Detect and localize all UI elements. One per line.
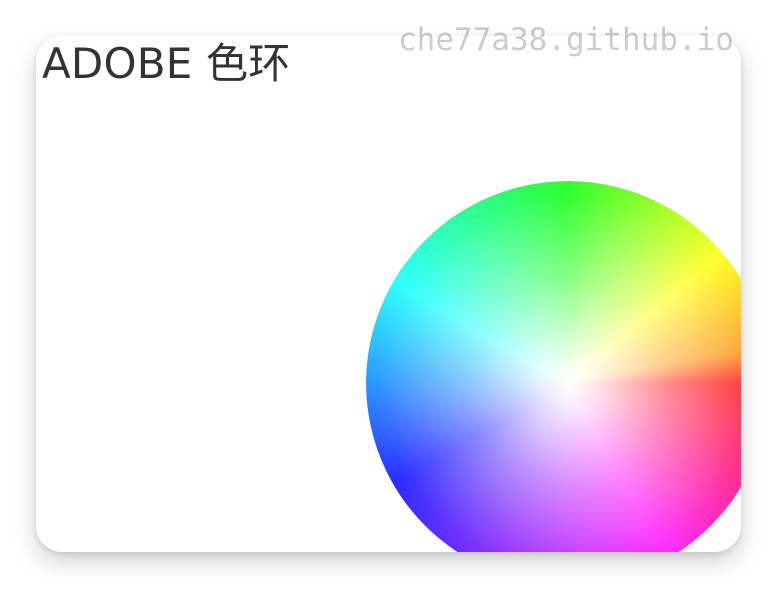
color-wheel-icon: [366, 181, 741, 552]
page: ADOBE 色环 che77a38.github.io: [0, 0, 778, 590]
page-title: ADOBE 色环: [42, 39, 291, 88]
content-card: ADOBE 色环: [36, 36, 741, 552]
color-wheel-container: [366, 181, 741, 552]
wheel-edge: [366, 181, 741, 552]
